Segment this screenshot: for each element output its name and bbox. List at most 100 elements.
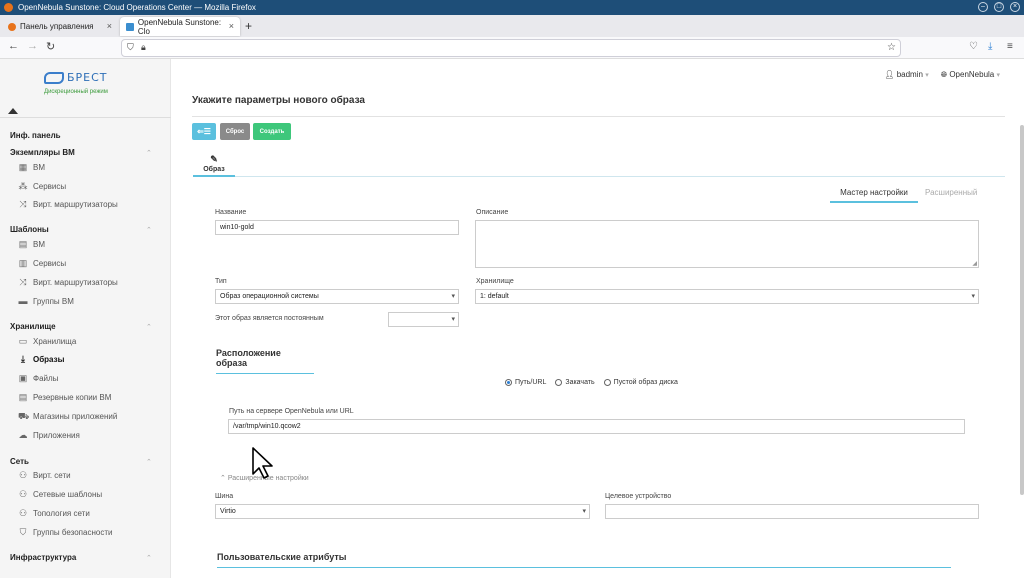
tab-close-icon[interactable]: × bbox=[107, 21, 112, 31]
path-input[interactable]: /var/tmp/win10.qcow2 bbox=[228, 419, 965, 434]
sidebar-item-backups[interactable]: ▤ Резервные копии ВМ bbox=[18, 392, 112, 403]
browser-tab-sunstone[interactable]: OpenNebula Sunstone: Clo × bbox=[120, 17, 240, 36]
brest-logo[interactable]: БРЕСТ bbox=[44, 71, 108, 84]
sidebar-item-label: Сетевые шаблоны bbox=[33, 490, 103, 499]
bookmark-star-icon[interactable]: ☆ bbox=[887, 42, 896, 53]
browser-tab-dashboard[interactable]: Панель управления × bbox=[2, 17, 118, 36]
sidebar-item-images[interactable]: ⤓ Образы bbox=[18, 354, 64, 365]
new-tab-button[interactable]: + bbox=[245, 19, 252, 33]
sidebar-item-datastores[interactable]: ▭ Хранилища bbox=[18, 337, 77, 347]
description-label: Описание bbox=[476, 209, 509, 216]
sidebar-item-vm-templates[interactable]: ▤ ВМ bbox=[18, 240, 45, 250]
create-button[interactable]: Создать bbox=[253, 123, 291, 140]
menu-icon[interactable]: ≡ bbox=[1007, 41, 1013, 52]
sidebar-item-label: Приложения bbox=[33, 431, 80, 440]
close-icon[interactable]: × bbox=[1010, 2, 1020, 12]
tab-image[interactable]: ✎ Образ bbox=[193, 154, 235, 173]
sidebar-section-storage[interactable]: Хранилище bbox=[10, 322, 56, 331]
sidebar-item-vrouters[interactable]: ⤨ Вирт. маршрутизаторы bbox=[18, 199, 118, 210]
bus-label: Шина bbox=[215, 493, 234, 500]
sidebar-item-vnets[interactable]: ⚇ Вирт. сети bbox=[18, 470, 71, 481]
shuffle-icon: ⤨ bbox=[19, 199, 27, 209]
radio-label: Пустой образ диска bbox=[613, 379, 678, 386]
lock-icon[interactable]: 🔒︎ bbox=[141, 42, 146, 53]
pocket-icon[interactable]: ♡ bbox=[969, 41, 978, 52]
target-label: Целевое устройство bbox=[605, 493, 672, 500]
sidebar-item-vm-groups[interactable]: ▬ Группы ВМ bbox=[18, 297, 74, 307]
sidebar-item-marketplaces[interactable]: ⛟ Магазины приложений bbox=[18, 412, 117, 422]
sidebar-item-label: Вирт. маршрутизаторы bbox=[33, 278, 118, 287]
chevron-up-icon[interactable]: ⌃ bbox=[146, 554, 152, 562]
chevron-up-icon[interactable]: ⌃ bbox=[146, 226, 152, 234]
radio-path-url[interactable]: Путь/URL bbox=[505, 379, 546, 386]
persistent-label: Этот образ является постоянным bbox=[215, 315, 324, 322]
archive-icon: ▤ bbox=[18, 392, 28, 402]
datastore-select[interactable]: 1: default bbox=[475, 289, 979, 304]
sidebar-item-vms[interactable]: ▦ ВМ bbox=[18, 163, 45, 173]
downloads-icon[interactable]: ⤓ bbox=[988, 41, 992, 52]
url-bar[interactable]: ⛉ 🔒︎ ☆ bbox=[121, 39, 901, 57]
target-device-input[interactable] bbox=[605, 504, 979, 519]
user-name: badmin bbox=[896, 70, 923, 79]
cubes-icon: ⁂ bbox=[18, 181, 28, 191]
sidebar-item-apps[interactable]: ☁ Приложения bbox=[18, 431, 80, 441]
sidebar-item-files[interactable]: ▣ Файлы bbox=[18, 374, 59, 384]
description-textarea[interactable] bbox=[475, 220, 979, 268]
sitemap-icon: ⚇ bbox=[18, 470, 28, 480]
zone-menu[interactable]: 🌐︎ OpenNebula ▾ bbox=[941, 70, 1000, 80]
user-menu[interactable]: 👤︎ badmin ▾ bbox=[884, 70, 928, 80]
reset-button[interactable]: Сброс bbox=[220, 123, 250, 140]
maximize-icon[interactable]: □ bbox=[994, 2, 1004, 12]
type-select[interactable]: Образ операционной системы bbox=[215, 289, 459, 304]
sidebar-divider bbox=[0, 117, 171, 118]
tab-label: Панель управления bbox=[20, 22, 94, 31]
radio-dot bbox=[505, 379, 512, 386]
chevron-up-icon: ⌃ bbox=[220, 475, 226, 482]
back-arrow-icon[interactable]: ← bbox=[8, 40, 19, 52]
active-tab-indicator bbox=[193, 175, 235, 177]
radio-empty-disk[interactable]: Пустой образ диска bbox=[603, 379, 678, 386]
sidebar-item-label: Сервисы bbox=[33, 182, 67, 191]
name-input[interactable]: win10-gold bbox=[215, 220, 459, 235]
file-stack-icon: ▥ bbox=[18, 258, 28, 268]
tab-favicon bbox=[8, 22, 16, 31]
radio-label: Закачать bbox=[565, 379, 595, 386]
sidebar-section-instances[interactable]: Экземпляры ВМ bbox=[10, 148, 75, 157]
radio-upload[interactable]: Закачать bbox=[555, 379, 595, 386]
sidebar-section-infrastructure[interactable]: Инфраструктура bbox=[10, 553, 76, 562]
chevron-up-icon[interactable]: ⌃ bbox=[146, 458, 152, 466]
sidebar-section-templates[interactable]: Шаблоны bbox=[10, 225, 49, 234]
reload-icon[interactable]: ↻ bbox=[46, 40, 55, 53]
sidebar-dashboard[interactable]: Инф. панель bbox=[10, 131, 61, 140]
sidebar-item-vrouter-templates[interactable]: ⤨ Вирт. маршрутизаторы bbox=[18, 278, 118, 288]
sidebar-item-label: Вирт. маршрутизаторы bbox=[33, 200, 118, 209]
forward-arrow-icon[interactable]: → bbox=[27, 40, 38, 52]
tab-wizard[interactable]: Мастер настройки bbox=[830, 188, 918, 203]
sidebar-item-net-templates[interactable]: ⚇ Сетевые шаблоны bbox=[18, 490, 103, 500]
bus-select[interactable]: Virtio bbox=[215, 504, 590, 519]
sidebar-item-services[interactable]: ⁂ Сервисы bbox=[18, 181, 67, 192]
logo-mark bbox=[44, 71, 64, 84]
type-label: Тип bbox=[215, 278, 227, 285]
chevron-up-icon[interactable]: ⌃ bbox=[146, 149, 152, 157]
page-scrollbar[interactable] bbox=[1020, 125, 1024, 495]
sidebar-item-secgroups[interactable]: ⛉ Группы безопасности bbox=[18, 528, 113, 538]
minimize-icon[interactable]: – bbox=[978, 2, 988, 12]
shield-icon[interactable]: ⛉ bbox=[127, 42, 134, 53]
back-to-list-button[interactable]: ⇐☰ bbox=[192, 123, 216, 140]
download-icon: ⤓ bbox=[21, 354, 25, 364]
sidebar-item-label: Группы безопасности bbox=[33, 528, 113, 537]
tab-advanced[interactable]: Расширенный bbox=[925, 188, 977, 197]
sidebar-section-network[interactable]: Сеть bbox=[10, 457, 29, 466]
collapse-sidebar-icon[interactable] bbox=[8, 108, 18, 114]
chevron-up-icon[interactable]: ⌃ bbox=[146, 323, 152, 331]
persistent-select[interactable] bbox=[388, 312, 459, 327]
window-titlebar: OpenNebula Sunstone: Cloud Operations Ce… bbox=[0, 0, 1024, 15]
sidebar-item-net-topology[interactable]: ⚇ Топология сети bbox=[18, 509, 90, 519]
name-label: Название bbox=[215, 209, 247, 216]
sidebar-item-service-templates[interactable]: ▥ Сервисы bbox=[18, 258, 66, 269]
tab-close-icon[interactable]: × bbox=[229, 21, 234, 31]
custom-attributes-title: Пользовательские атрибуты bbox=[217, 552, 951, 568]
datastore-label: Хранилище bbox=[476, 278, 514, 285]
firefox-icon bbox=[4, 3, 13, 12]
